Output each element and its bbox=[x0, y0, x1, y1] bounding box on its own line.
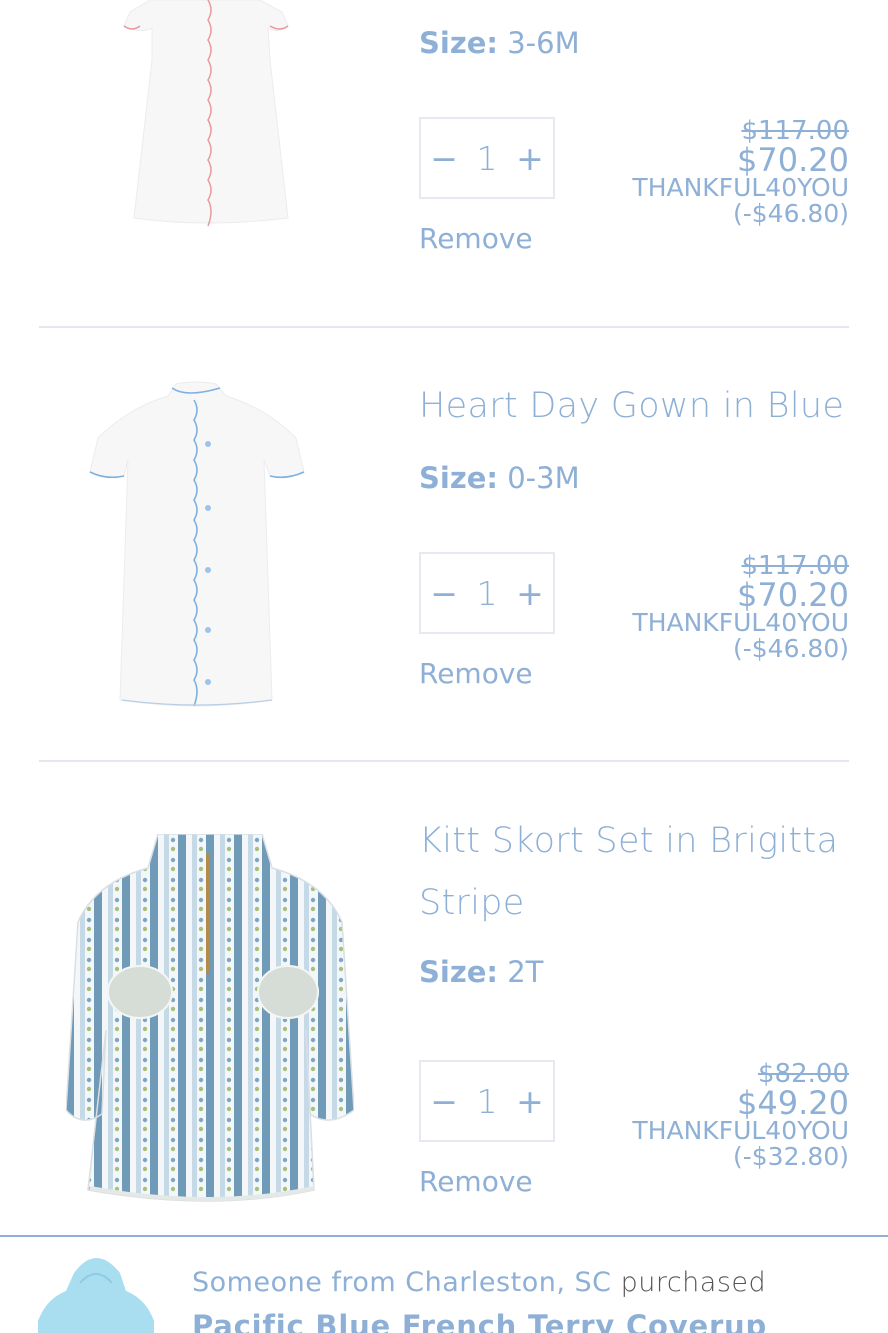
discount-code: THANKFUL40YOU (-$32.80) bbox=[632, 1116, 849, 1171]
purchased-product-link[interactable]: Pacific Blue French Terry Coverup bbox=[192, 1309, 767, 1333]
purchase-location: Someone from Charleston, SC bbox=[192, 1267, 612, 1298]
size-label: Size: bbox=[419, 461, 498, 495]
cart-item: Heart Day Gown in Blue Size: 0-3M − 1 + … bbox=[0, 328, 888, 760]
discount-code: THANKFUL40YOU (-$46.80) bbox=[632, 173, 849, 228]
remove-button[interactable]: Remove bbox=[419, 222, 533, 255]
product-image[interactable] bbox=[86, 380, 310, 710]
product-title[interactable]: Heart Day Gown in Blue bbox=[419, 375, 844, 437]
item-info: Heart Day Gown in Blue Size: 0-3M − 1 + … bbox=[419, 328, 849, 760]
item-info: Kitt Skort Set in Brigitta Stripe Size: … bbox=[419, 762, 849, 1234]
size-label: Size: bbox=[419, 955, 498, 989]
purchase-message: Someone from Charleston, SC purchased bbox=[192, 1267, 766, 1298]
sale-price: $49.20 bbox=[737, 1084, 849, 1122]
item-info: Size: 3-6M − 1 + Remove $117.00 $70.20 T… bbox=[419, 0, 849, 326]
remove-button[interactable]: Remove bbox=[419, 657, 533, 690]
discount-code: THANKFUL40YOU (-$46.80) bbox=[632, 608, 849, 663]
quantity-value[interactable]: 1 bbox=[477, 139, 498, 178]
size-line: Size: 3-6M bbox=[419, 26, 580, 60]
size-value: 0-3M bbox=[507, 461, 580, 495]
purchased-label: purchased bbox=[620, 1267, 767, 1298]
decrement-button[interactable]: − bbox=[430, 139, 458, 178]
product-image bbox=[38, 1258, 154, 1333]
quantity-value[interactable]: 1 bbox=[477, 1082, 498, 1121]
size-label: Size: bbox=[419, 26, 498, 60]
cart-item: Kitt Skort Set in Brigitta Stripe Size: … bbox=[0, 762, 888, 1234]
cart-item: Size: 3-6M − 1 + Remove $117.00 $70.20 T… bbox=[0, 0, 888, 326]
decrement-button[interactable]: − bbox=[430, 1082, 458, 1121]
sale-price: $70.20 bbox=[737, 576, 849, 614]
size-value: 2T bbox=[507, 955, 544, 989]
price-block: $117.00 $70.20 THANKFUL40YOU (-$46.80) bbox=[589, 552, 849, 662]
remove-button[interactable]: Remove bbox=[419, 1165, 533, 1198]
quantity-stepper: − 1 + bbox=[419, 1060, 555, 1142]
size-line: Size: 2T bbox=[419, 955, 543, 989]
quantity-stepper: − 1 + bbox=[419, 117, 555, 199]
sale-price: $70.20 bbox=[737, 141, 849, 179]
price-block: $82.00 $49.20 THANKFUL40YOU (-$32.80) bbox=[589, 1060, 849, 1170]
decrement-button[interactable]: − bbox=[430, 574, 458, 613]
product-title[interactable]: Kitt Skort Set in Brigitta Stripe bbox=[419, 810, 849, 934]
increment-button[interactable]: + bbox=[516, 139, 544, 178]
quantity-stepper: − 1 + bbox=[419, 552, 555, 634]
price-block: $117.00 $70.20 THANKFUL40YOU (-$46.80) bbox=[589, 117, 849, 227]
increment-button[interactable]: + bbox=[516, 1082, 544, 1121]
product-image[interactable] bbox=[66, 834, 354, 1210]
quantity-value[interactable]: 1 bbox=[477, 574, 498, 613]
size-line: Size: 0-3M bbox=[419, 461, 580, 495]
size-value: 3-6M bbox=[507, 26, 580, 60]
increment-button[interactable]: + bbox=[516, 574, 544, 613]
recent-purchase-popup[interactable]: Someone from Charleston, SC purchased Pa… bbox=[0, 1235, 888, 1333]
product-image[interactable] bbox=[110, 0, 300, 232]
